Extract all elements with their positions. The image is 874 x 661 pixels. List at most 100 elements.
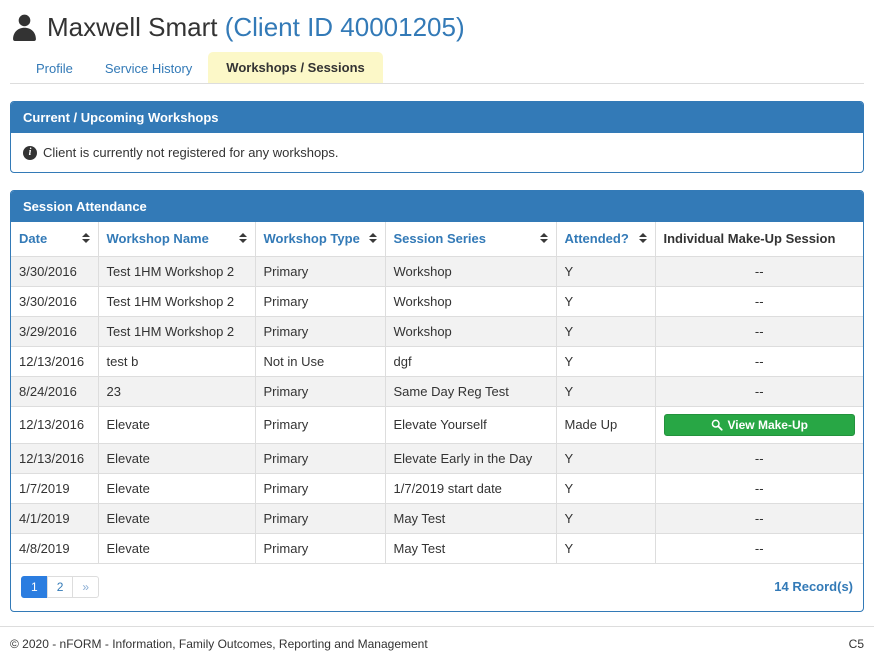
sort-icon[interactable] [639, 233, 647, 243]
cell-workshop-type: Primary [254, 502, 386, 534]
cell-makeup: -- [654, 255, 863, 287]
page-2-button[interactable]: 2 [46, 575, 74, 598]
cell-attended: Made Up [555, 405, 656, 444]
cell-makeup: -- [654, 345, 863, 377]
cell-date: 3/29/2016 [11, 315, 99, 347]
cell-session-series: Elevate Yourself [384, 405, 557, 444]
record-count: 14 Record(s) [774, 579, 853, 594]
cell-workshop-name: Test 1HM Workshop 2 [97, 315, 256, 347]
cell-attended: Y [555, 532, 656, 564]
column-header-date[interactable]: Date [11, 222, 99, 257]
table-row: 12/13/2016 Elevate Primary Elevate Early in… [11, 442, 863, 474]
column-header-workshop-name[interactable]: Workshop Name [97, 222, 256, 257]
cell-attended: Y [555, 255, 656, 287]
upcoming-workshops-panel-body: i Client is currently not registered for… [11, 133, 863, 172]
page-1-button[interactable]: 1 [21, 575, 48, 598]
client-id: (Client ID 40001205) [224, 12, 465, 42]
cell-date: 4/1/2019 [11, 502, 99, 534]
tab-workshops-sessions[interactable]: Workshops / Sessions [208, 52, 383, 83]
table-header-row: Date Workshop Name Workshop Type Session… [11, 222, 863, 257]
sort-icon[interactable] [540, 233, 548, 243]
cell-makeup: -- [654, 315, 863, 347]
tab-profile[interactable]: Profile [20, 54, 89, 83]
cell-makeup: View Make-Up [654, 405, 863, 444]
cell-attended: Y [555, 502, 656, 534]
table-row: 12/13/2016 Elevate Primary Elevate Yourself… [11, 405, 863, 444]
cell-date: 1/7/2019 [11, 472, 99, 504]
cell-date: 3/30/2016 [11, 255, 99, 287]
no-workshops-message: Client is currently not registered for a… [43, 145, 339, 160]
tab-service-history[interactable]: Service History [89, 54, 208, 83]
page-container: Maxwell Smart (Client ID 40001205) Profi… [0, 0, 874, 612]
table-row: 4/8/2019 Elevate Primary May Test Y -- [11, 532, 863, 564]
footer-page-code: C5 [848, 636, 864, 651]
cell-session-series: May Test [384, 532, 557, 564]
cell-workshop-name: Test 1HM Workshop 2 [97, 285, 256, 317]
tab-bar: Profile Service History Workshops / Sess… [10, 52, 864, 84]
column-header-workshop-type[interactable]: Workshop Type [254, 222, 386, 257]
cell-workshop-type: Not in Use [254, 345, 386, 377]
cell-workshop-type: Primary [254, 442, 386, 474]
cell-date: 12/13/2016 [11, 405, 99, 444]
table-row: 3/30/2016 Test 1HM Workshop 2 Primary Works… [11, 285, 863, 317]
cell-workshop-name: Elevate [97, 532, 256, 564]
cell-workshop-type: Primary [254, 375, 386, 407]
table-row: 4/1/2019 Elevate Primary May Test Y -- [11, 502, 863, 534]
cell-session-series: Workshop [384, 315, 557, 347]
pagination: 1 2» [21, 575, 100, 598]
cell-workshop-type: Primary [254, 532, 386, 564]
cell-attended: Y [555, 345, 656, 377]
upcoming-workshops-panel: Current / Upcoming Workshops i Client is… [10, 101, 864, 173]
session-attendance-panel-title: Session Attendance [11, 191, 863, 222]
cell-makeup: -- [654, 442, 863, 474]
cell-makeup: -- [654, 285, 863, 317]
cell-workshop-type: Primary [254, 405, 386, 444]
session-attendance-table: Date Workshop Name Workshop Type Session… [11, 222, 863, 564]
sort-icon[interactable] [369, 233, 377, 243]
cell-workshop-name: Elevate [97, 442, 256, 474]
table-row: 8/24/2016 23 Primary Same Day Reg Test Y -- [11, 375, 863, 407]
cell-date: 4/8/2019 [11, 532, 99, 564]
cell-attended: Y [555, 375, 656, 407]
cell-session-series: May Test [384, 502, 557, 534]
page-next-button[interactable]: » [72, 575, 100, 598]
sort-icon[interactable] [239, 233, 247, 243]
cell-date: 12/13/2016 [11, 345, 99, 377]
cell-date: 3/30/2016 [11, 285, 99, 317]
cell-makeup: -- [654, 532, 863, 564]
table-row: 3/30/2016 Test 1HM Workshop 2 Primary Works… [11, 255, 863, 287]
cell-attended: Y [555, 285, 656, 317]
table-row: 3/29/2016 Test 1HM Workshop 2 Primary Works… [11, 315, 863, 347]
search-icon [711, 419, 723, 431]
cell-workshop-type: Primary [254, 285, 386, 317]
cell-session-series: 1/7/2019 start date [384, 472, 557, 504]
sort-icon[interactable] [82, 233, 90, 243]
cell-workshop-name: Elevate [97, 502, 256, 534]
cell-makeup: -- [654, 375, 863, 407]
page-title: Maxwell Smart (Client ID 40001205) [47, 12, 465, 43]
cell-workshop-type: Primary [254, 255, 386, 287]
column-header-makeup: Individual Make-Up Session [654, 222, 863, 257]
table-row: 12/13/2016 test b Not in Use dgf Y -- [11, 345, 863, 377]
cell-session-series: Workshop [384, 255, 557, 287]
column-header-attended[interactable]: Attended? [555, 222, 656, 257]
cell-date: 12/13/2016 [11, 442, 99, 474]
view-makeup-button[interactable]: View Make-Up [663, 413, 855, 436]
client-header: Maxwell Smart (Client ID 40001205) [10, 12, 864, 43]
table-row: 1/7/2019 Elevate Primary 1/7/2019 start dat… [11, 472, 863, 504]
cell-attended: Y [555, 315, 656, 347]
site-footer: © 2020 - nFORM - Information, Family Out… [0, 625, 874, 661]
cell-workshop-type: Primary [254, 315, 386, 347]
cell-makeup: -- [654, 472, 863, 504]
view-makeup-label: View Make-Up [727, 417, 808, 432]
person-icon [12, 14, 37, 41]
cell-workshop-name: test b [97, 345, 256, 377]
cell-session-series: Workshop [384, 285, 557, 317]
client-name: Maxwell Smart [47, 12, 218, 42]
cell-workshop-name: Elevate [97, 472, 256, 504]
column-header-session-series[interactable]: Session Series [384, 222, 557, 257]
cell-makeup: -- [654, 502, 863, 534]
cell-session-series: dgf [384, 345, 557, 377]
table-footer: 1 2» 14 Record(s) [11, 564, 863, 611]
cell-workshop-name: 23 [97, 375, 256, 407]
